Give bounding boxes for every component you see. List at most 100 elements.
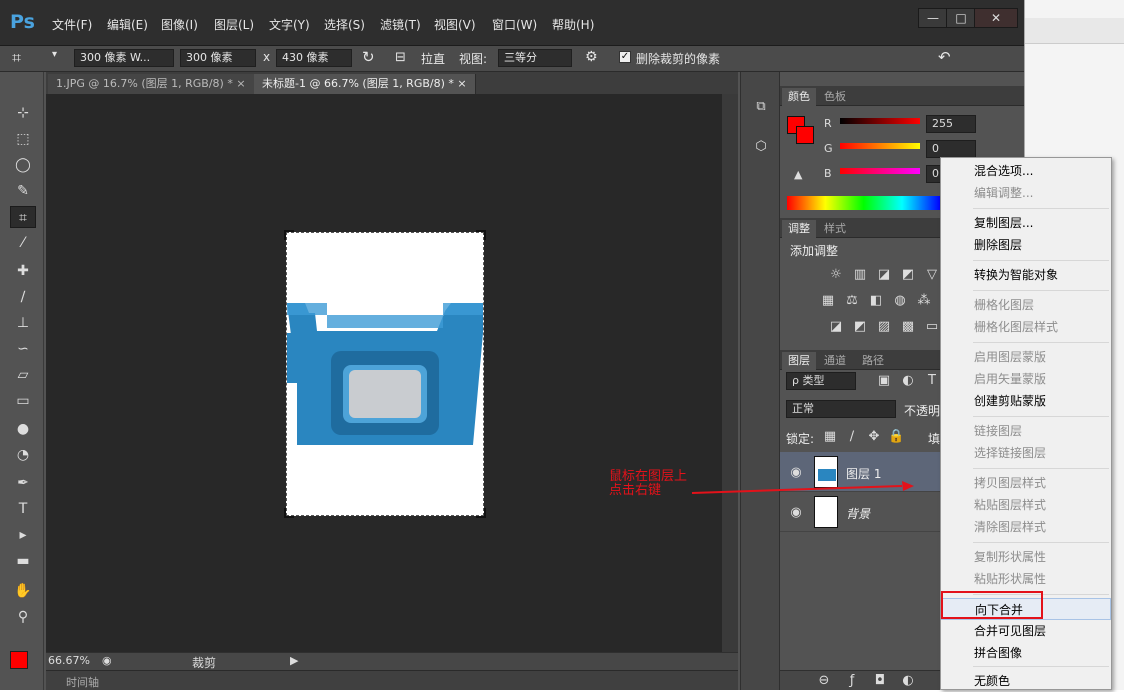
menu-item-create-clipping-mask[interactable]: 创建剪贴蒙版 [941,390,1111,412]
maximize-button[interactable]: □ [946,8,976,28]
invert-icon[interactable]: ◪ [828,320,844,334]
close-button[interactable]: ✕ [974,8,1018,28]
properties-icon[interactable]: ⬡ [753,140,769,154]
menu-item-select-linked-layers[interactable]: 选择链接图层 [941,442,1111,464]
menu-item-enable-vector-mask[interactable]: 启用矢量蒙版 [941,368,1111,390]
gradient-tool-icon[interactable]: ▭ [10,390,36,412]
overlay-view-select[interactable]: 三等分 [498,49,572,67]
mask-icon[interactable]: ◘ [872,674,888,688]
tab-layers[interactable]: 图层 [782,352,816,370]
straighten-icon[interactable]: ⊟ [395,50,406,65]
quick-select-tool-icon[interactable]: ✎ [10,180,36,202]
close-icon[interactable]: × [236,77,245,90]
menu-item-duplicate-layer[interactable]: 复制图层... [941,212,1111,234]
menu-item-paste-shape-attributes[interactable]: 粘贴形状属性 [941,568,1111,590]
tab-paths[interactable]: 路径 [856,352,890,370]
type-filter-icon[interactable]: T [924,374,940,388]
layer-filter-select[interactable]: ρ 类型 [786,372,856,390]
brush-tool-icon[interactable]: ∕ [10,286,36,308]
menu-window[interactable]: 窗口(W) [492,16,537,33]
close-icon[interactable]: × [457,77,466,90]
menu-item-flatten-image[interactable]: 拼合图像 [941,642,1111,664]
eyedropper-tool-icon[interactable]: ⁄ [10,232,36,254]
path-select-tool-icon[interactable]: ▸ [10,524,36,546]
exposure-icon[interactable]: ◩ [900,268,916,282]
bg-color-chip[interactable] [796,126,814,144]
menu-help[interactable]: 帮助(H) [552,16,594,33]
type-tool-icon[interactable]: T [10,498,36,520]
eye-icon[interactable]: ◉ [788,506,804,520]
r-value-field[interactable]: 255 [926,115,976,133]
reset-icon[interactable]: ↶ [938,48,951,66]
lasso-tool-icon[interactable]: ◯ [10,154,36,176]
gradient-map-icon[interactable]: ▭ [924,320,940,334]
menu-item-edit-adjustment[interactable]: 编辑调整... [941,182,1111,204]
lock-position-icon[interactable]: ✥ [866,430,882,444]
document-canvas[interactable] [284,230,486,518]
status-info-icon[interactable]: ◉ [102,654,112,667]
rectangle-tool-icon[interactable]: ▬ [10,550,36,572]
clone-stamp-tool-icon[interactable]: ⊥ [10,312,36,334]
menu-item-copy-shape-attributes[interactable]: 复制形状属性 [941,546,1111,568]
eye-icon[interactable]: ◉ [788,466,804,480]
eraser-tool-icon[interactable]: ▱ [10,364,36,386]
hue-saturation-icon[interactable]: ▦ [820,294,836,308]
foreground-color-swatch[interactable] [10,651,28,669]
vertical-scrollbar[interactable] [722,94,738,652]
menu-item-paste-layer-style[interactable]: 粘贴图层样式 [941,494,1111,516]
menu-item-copy-layer-style[interactable]: 拷贝图层样式 [941,472,1111,494]
link-icon[interactable]: ⊖ [816,674,832,688]
pen-tool-icon[interactable]: ✒ [10,472,36,494]
menu-edit[interactable]: 编辑(E) [107,16,148,33]
menu-item-link-layers[interactable]: 链接图层 [941,420,1111,442]
levels-icon[interactable]: ▥ [852,268,868,282]
straighten-label[interactable]: 拉直 [421,50,445,67]
g-slider[interactable] [840,143,920,149]
menu-select[interactable]: 选择(S) [324,16,365,33]
zoom-level[interactable]: 66.67% [48,654,90,667]
history-brush-tool-icon[interactable]: ∽ [10,338,36,360]
lock-transparent-icon[interactable]: ▦ [822,430,838,444]
vibrance-icon[interactable]: ▽ [924,268,940,282]
chevron-down-icon[interactable]: ▾ [52,49,57,60]
move-tool-icon[interactable]: ⊹ [10,102,36,124]
fx-icon[interactable]: ƒ [844,674,860,688]
menu-item-convert-smart-object[interactable]: 转换为智能对象 [941,264,1111,286]
play-icon[interactable]: ▶ [290,654,298,667]
crop-handle-bottom-right[interactable] [476,508,486,518]
curves-icon[interactable]: ◪ [876,268,892,282]
layer-name[interactable]: 背景 [846,505,870,522]
tab-document-1[interactable]: 1.JPG @ 16.7% (图层 1, RGB/8) * × [48,74,255,94]
crop-handle-top-left[interactable] [284,230,294,240]
menu-item-rasterize-layer-style[interactable]: 栅格化图层样式 [941,316,1111,338]
swap-icon[interactable]: ↻ [362,48,375,66]
lock-all-icon[interactable]: 🔒 [888,430,904,444]
menu-item-clear-layer-style[interactable]: 清除图层样式 [941,516,1111,538]
image-filter-icon[interactable]: ▣ [876,374,892,388]
menu-item-merge-visible[interactable]: 合并可见图层 [941,620,1111,642]
delete-cropped-label[interactable]: 删除裁剪的像素 [636,50,720,67]
posterize-icon[interactable]: ◩ [852,320,868,334]
healing-brush-tool-icon[interactable]: ✚ [10,260,36,282]
menu-file[interactable]: 文件(F) [52,16,92,33]
hand-tool-icon[interactable]: ✋ [10,580,36,602]
crop-handle-bottom-left[interactable] [284,508,294,518]
tab-channels[interactable]: 通道 [818,352,852,370]
history-icon[interactable]: ⧉ [753,100,769,114]
b-slider[interactable] [840,168,920,174]
lock-image-icon[interactable]: ∕ [844,430,860,444]
tab-styles[interactable]: 样式 [818,220,852,238]
r-slider[interactable] [840,118,920,124]
adjustment-layer-icon[interactable]: ◐ [900,674,916,688]
tab-swatches[interactable]: 色板 [818,88,852,106]
menu-item-enable-layer-mask[interactable]: 启用图层蒙版 [941,346,1111,368]
menu-item-blending-options[interactable]: 混合选项... [941,160,1111,182]
threshold-icon[interactable]: ▨ [876,320,892,334]
blur-tool-icon[interactable]: ● [10,418,36,440]
selective-color-icon[interactable]: ▩ [900,320,916,334]
crop-preset-select[interactable]: 300 像素 W... [74,49,174,67]
crop-width-field[interactable]: 300 像素 [180,49,256,67]
marquee-tool-icon[interactable]: ⬚ [10,128,36,150]
menu-item-delete-layer[interactable]: 删除图层 [941,234,1111,256]
menu-layer[interactable]: 图层(L) [214,16,254,33]
